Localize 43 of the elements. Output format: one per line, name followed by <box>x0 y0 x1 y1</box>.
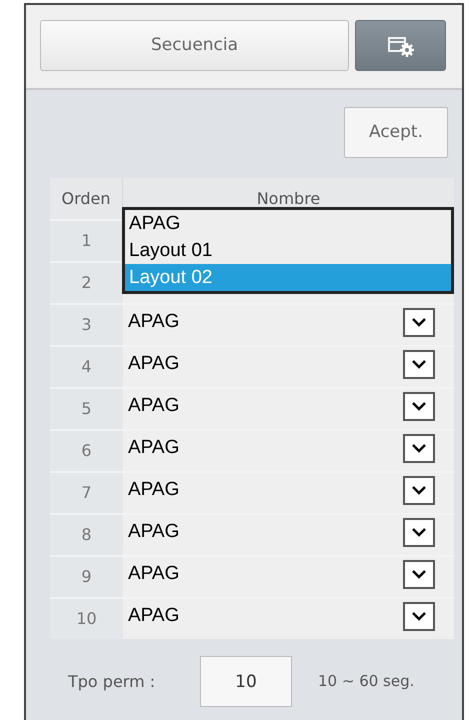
chevron-down-icon <box>412 486 426 494</box>
dropdown-toggle[interactable] <box>403 434 435 462</box>
chevron-down-icon <box>412 570 426 578</box>
chevron-down-icon <box>412 318 426 326</box>
chevron-down-icon <box>412 360 426 368</box>
dropdown-toggle[interactable] <box>403 602 435 630</box>
order-cell: 3 <box>50 305 123 345</box>
dropdown-toggle[interactable] <box>403 308 435 336</box>
layout-select-value: APAG <box>128 394 180 418</box>
dropdown-toggle[interactable] <box>403 518 435 546</box>
column-header: Orden <box>50 178 123 219</box>
accept-button[interactable]: Acept. <box>344 107 448 158</box>
layout-select-value: APAG <box>128 310 180 334</box>
dropdown-toggle[interactable] <box>403 560 435 588</box>
dwell-time-range: 10 ~ 60 seg. <box>318 671 414 692</box>
chevron-down-icon <box>412 402 426 410</box>
settings-tab[interactable] <box>355 20 446 71</box>
order-cell: 6 <box>50 431 123 471</box>
order-cell: 9 <box>50 557 123 597</box>
order-cell: 8 <box>50 515 123 555</box>
layout-select-value: APAG <box>128 520 180 544</box>
layout-select-value: APAG <box>128 436 180 460</box>
layout-select-value: APAG <box>128 604 180 628</box>
order-cell: 4 <box>50 347 123 387</box>
order-cell: 1 <box>50 221 123 261</box>
sequence-tab[interactable]: Secuencia <box>40 20 349 71</box>
dropdown-toggle[interactable] <box>403 350 435 378</box>
order-cell: 2 <box>50 263 123 303</box>
dropdown-option[interactable]: Layout 01 <box>125 237 451 264</box>
order-cell: 5 <box>50 389 123 429</box>
chevron-down-icon <box>412 444 426 452</box>
order-cell: 10 <box>50 599 123 639</box>
dropdown-toggle[interactable] <box>403 476 435 504</box>
layout-select-value: APAG <box>128 478 180 502</box>
order-cell: 7 <box>50 473 123 513</box>
dwell-time-label: Tpo perm : <box>68 670 156 692</box>
layout-select-value: APAG <box>128 352 180 376</box>
dwell-time-field[interactable]: 10 <box>200 656 292 707</box>
window-gear-icon <box>386 34 414 56</box>
dropdown-toggle[interactable] <box>403 392 435 420</box>
chevron-down-icon <box>412 612 426 620</box>
chevron-down-icon <box>412 528 426 536</box>
layout-select-value: APAG <box>128 562 180 586</box>
